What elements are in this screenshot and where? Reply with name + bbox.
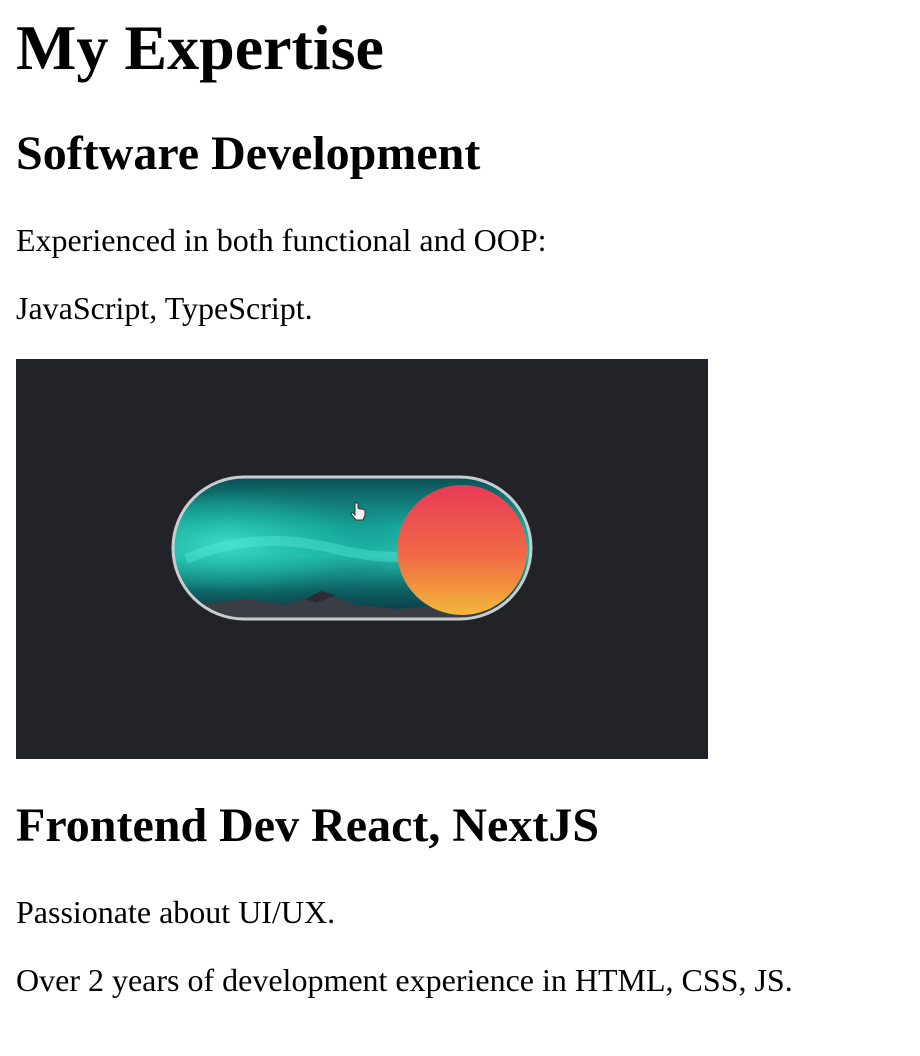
software-development-description: Experienced in both functional and OOP: <box>16 222 547 258</box>
toggle-switch-preview-image <box>16 359 708 759</box>
software-development-heading: Software Development <box>16 127 481 180</box>
frontend-experience-text: Over 2 years of development experience i… <box>16 962 793 998</box>
frontend-passion-text: Passionate about UI/UX. <box>16 894 336 930</box>
page-title: My Expertise <box>16 12 384 83</box>
frontend-heading: Frontend Dev React, NextJS <box>16 799 600 852</box>
toggle-switch-illustration <box>171 475 533 621</box>
toggle-knob <box>397 485 527 615</box>
software-development-languages: JavaScript, TypeScript. <box>16 290 313 326</box>
